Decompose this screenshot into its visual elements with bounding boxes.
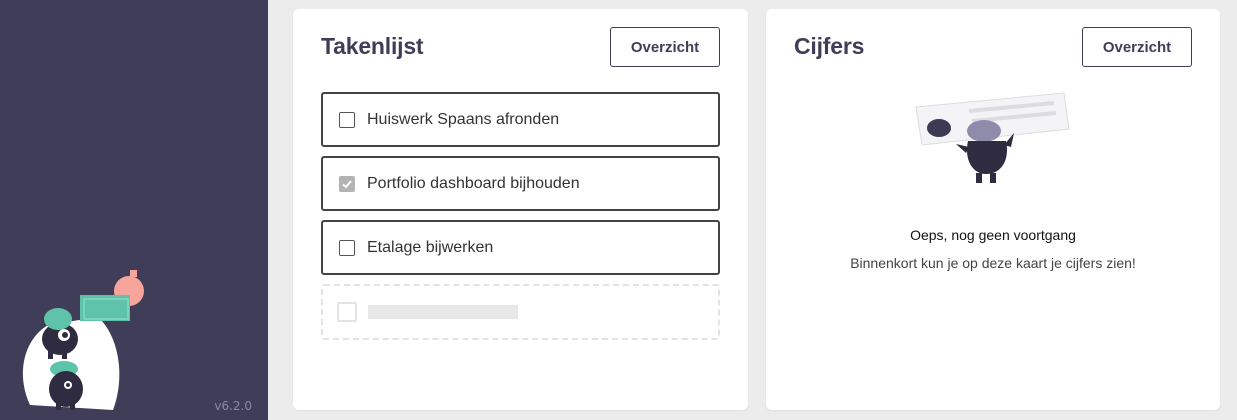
monster-holding-card-illustration — [914, 89, 1074, 194]
checkmark-icon — [342, 179, 352, 188]
task-checkbox[interactable] — [339, 239, 355, 256]
sidebar: v6.2.0 — [0, 0, 268, 420]
tasks-overview-button[interactable]: Overzicht — [610, 27, 720, 67]
placeholder-text-bar — [368, 305, 518, 319]
task-item[interactable]: Etalage bijwerken — [321, 220, 720, 275]
tasks-card: Takenlijst Overzicht Huiswerk Spaans afr… — [293, 9, 748, 410]
task-checkbox[interactable] — [339, 111, 355, 128]
grades-overview-button[interactable]: Overzicht — [1082, 27, 1192, 67]
new-task-placeholder[interactable] — [321, 284, 720, 340]
task-label: Etalage bijwerken — [367, 238, 494, 256]
task-label: Portfolio dashboard bijhouden — [367, 174, 580, 192]
tasks-title: Takenlijst — [321, 33, 424, 59]
task-checkbox-checked[interactable] — [339, 175, 355, 192]
empty-state-text: Binnenkort kun je op deze kaart je cijfe… — [850, 255, 1136, 271]
app-version: v6.2.0 — [214, 399, 252, 413]
grades-title: Cijfers — [794, 33, 865, 59]
placeholder-checkbox — [337, 302, 357, 322]
task-item[interactable]: Portfolio dashboard bijhouden — [321, 156, 720, 211]
empty-state-title: Oeps, nog geen voortgang — [910, 227, 1076, 243]
grades-card: Cijfers Overzicht Oeps, nog geen voortga… — [766, 9, 1220, 410]
monsters-illustration — [18, 265, 168, 420]
task-item[interactable]: Huiswerk Spaans afronden — [321, 92, 720, 147]
task-label: Huiswerk Spaans afronden — [367, 110, 560, 128]
